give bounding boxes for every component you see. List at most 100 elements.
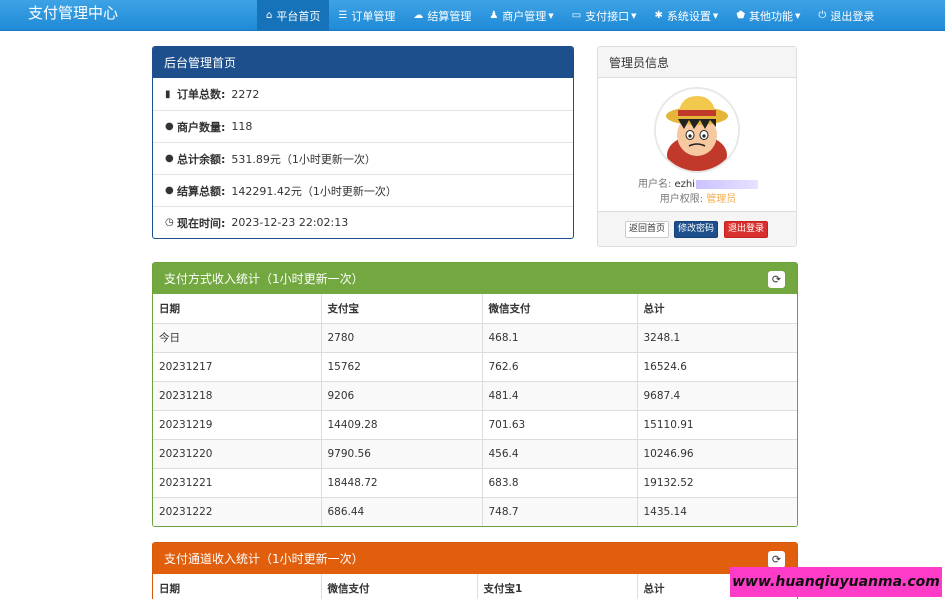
drop-icon: ●: [165, 153, 174, 164]
column-header: 支付宝: [321, 294, 483, 323]
nav-item-3[interactable]: ♟ 商户管理 ▼: [480, 0, 562, 31]
table-cell: 3248.1: [637, 322, 797, 352]
user-icon: ♟: [489, 10, 499, 21]
table-cell: 2780: [321, 322, 483, 352]
table-cell: 20231217: [153, 351, 322, 381]
luffy-avatar-icon: [656, 89, 738, 171]
caret-down-icon: ▼: [712, 11, 719, 20]
table-row: 20231217 15762 762.6 16524.6: [153, 351, 797, 381]
main-nav: ⌂ 平台首页 ☰ 订单管理 ☁ 结算管理 ♟ 商户管理 ▼ ▭ 支付接口 ▼ ✱ 系统设置 ▼ ⬟ 其他功能 ▼ ⏻…: [257, 0, 883, 31]
payment-method-stats-title: 支付方式收入统计（1小时更新一次） ⟳: [153, 263, 797, 294]
role-line: 用户权限: 管理员: [598, 190, 796, 205]
cloud-icon: ☁: [413, 10, 424, 21]
brand-title[interactable]: 支付管理中心: [28, 3, 118, 23]
stat-value: 142291.42元（1小时更新一次）: [231, 184, 397, 198]
column-header: 日期: [153, 574, 322, 599]
column-header: 支付宝1: [477, 574, 638, 599]
nav-item-4[interactable]: ▭ 支付接口 ▼: [563, 0, 646, 31]
nav-item-label: 支付接口: [585, 9, 630, 23]
table-cell: 701.63: [482, 409, 638, 439]
admin-panel-title: 管理员信息: [598, 47, 796, 78]
nav-item-label: 结算管理: [427, 9, 472, 23]
stat-row: ▮ 订单总数: 2272: [153, 78, 573, 110]
table-cell: 9790.56: [321, 438, 483, 468]
table-row: 20231218 9206 481.4 9687.4: [153, 380, 797, 410]
avatar: [654, 87, 740, 173]
bar-chart-icon: ▮: [165, 88, 171, 100]
table-cell: 10246.96: [637, 438, 797, 468]
stat-value: 2023-12-23 22:02:13: [231, 216, 349, 229]
channel-table: 日期 微信支付 支付宝1 总计: [153, 574, 797, 599]
username-label: 用户名:: [637, 179, 672, 190]
stat-label: 结算总额:: [177, 184, 226, 198]
table-cell: 748.7: [482, 496, 638, 526]
change-password-button[interactable]: 修改密码: [674, 221, 719, 238]
nav-item-0[interactable]: ⌂ 平台首页: [257, 0, 330, 31]
admin-panel: 管理员信息 用户名: ezhi 用户权限: 管理员 返回首页 修改密码 退出登录: [597, 46, 797, 247]
list-icon: ☰: [338, 10, 348, 21]
refresh-icon[interactable]: ⟳: [768, 271, 785, 288]
back-home-button[interactable]: 返回首页: [625, 221, 670, 238]
nav-item-7[interactable]: ⏻ 退出登录: [809, 0, 883, 31]
table-row: 20231222 686.44 748.7 1435.14: [153, 496, 797, 526]
table-cell: 683.8: [482, 467, 638, 497]
nav-item-label: 系统设置: [666, 9, 711, 23]
stat-label: 现在时间:: [177, 216, 226, 230]
column-header: 日期: [153, 294, 322, 323]
nav-item-2[interactable]: ☁ 结算管理: [404, 0, 480, 31]
table-cell: 19132.52: [637, 467, 797, 497]
redaction-mask: [696, 179, 759, 189]
card-icon: ▭: [571, 10, 582, 21]
admin-actions: 返回首页 修改密码 退出登录: [598, 211, 796, 246]
nav-item-label: 平台首页: [276, 9, 321, 23]
table-cell: 20231218: [153, 380, 322, 410]
table-row: 20231220 9790.56 456.4 10246.96: [153, 438, 797, 468]
stat-row: ◷ 现在时间: 2023-12-23 22:02:13: [153, 206, 573, 238]
column-header: 微信支付: [321, 574, 478, 599]
table-cell: 18448.72: [321, 467, 483, 497]
payment-method-stats-panel: 支付方式收入统计（1小时更新一次） ⟳ 日期 支付宝 微信支付 总计 今日 2780 46…: [152, 262, 798, 527]
stat-value: 2272: [231, 87, 260, 101]
drop-icon: ●: [165, 185, 174, 196]
nav-item-label: 退出登录: [830, 9, 875, 23]
refresh-icon[interactable]: ⟳: [768, 551, 785, 568]
nav-item-1[interactable]: ☰ 订单管理: [329, 0, 404, 31]
table-cell: 686.44: [321, 496, 483, 526]
role-label: 用户权限:: [659, 194, 704, 205]
top-navbar: 支付管理中心 ⌂ 平台首页 ☰ 订单管理 ☁ 结算管理 ♟ 商户管理 ▼ ▭ 支付接口 ▼ ✱ 系统设置 ▼…: [0, 0, 945, 31]
stats-list: ▮ 订单总数: 2272 ● 商户数量: 118 ● 总计余额: 531.89元（1小时更新一次…: [153, 78, 573, 238]
nav-item-5[interactable]: ✱ 系统设置 ▼: [646, 0, 728, 31]
drop-icon: ●: [165, 121, 174, 132]
table-cell: 9206: [321, 380, 483, 410]
nav-item-6[interactable]: ⬟ 其他功能 ▼: [727, 0, 809, 31]
logout-button[interactable]: 退出登录: [724, 221, 769, 238]
table-cell: 456.4: [482, 438, 638, 468]
home-panel: 后台管理首页 ▮ 订单总数: 2272 ● 商户数量: 118 ● 总计余额: 531.89元（…: [152, 46, 574, 239]
column-header: 总计: [643, 302, 665, 315]
nav-item-label: 商户管理: [502, 9, 547, 23]
power-icon: ⏻: [818, 10, 827, 21]
stat-label: 商户数量:: [177, 120, 226, 134]
stat-value: 118: [231, 120, 253, 133]
table-cell: 20231219: [153, 409, 322, 439]
table-cell: 16524.6: [637, 351, 797, 381]
home-panel-title: 后台管理首页: [153, 47, 573, 78]
gear-icon: ✱: [654, 10, 663, 21]
payment-method-table: 日期 支付宝 微信支付 总计 今日 2780 468.1 3248.1 20231217 157…: [153, 294, 797, 526]
username-value: ezhi: [674, 179, 696, 190]
stat-value: 531.89元（1小时更新一次）: [231, 152, 376, 166]
table-cell: 14409.28: [321, 409, 483, 439]
role-value: 管理员: [706, 194, 737, 205]
nav-item-label: 其他功能: [749, 9, 794, 23]
caret-down-icon: ▼: [548, 11, 554, 20]
caret-down-icon: ▼: [795, 11, 801, 20]
table-cell: 15110.91: [637, 409, 797, 439]
table-cell: 15762: [321, 351, 483, 381]
shield-icon: ⬟: [736, 10, 746, 21]
table-cell: 今日: [153, 322, 322, 352]
clock-icon: ◷: [165, 217, 174, 228]
table-cell: 762.6: [482, 351, 638, 381]
watermark-banner: www.huanqiuyuanma.com: [730, 567, 942, 597]
stat-label: 总计余额:: [177, 152, 226, 166]
home-icon: ⌂: [266, 10, 273, 21]
